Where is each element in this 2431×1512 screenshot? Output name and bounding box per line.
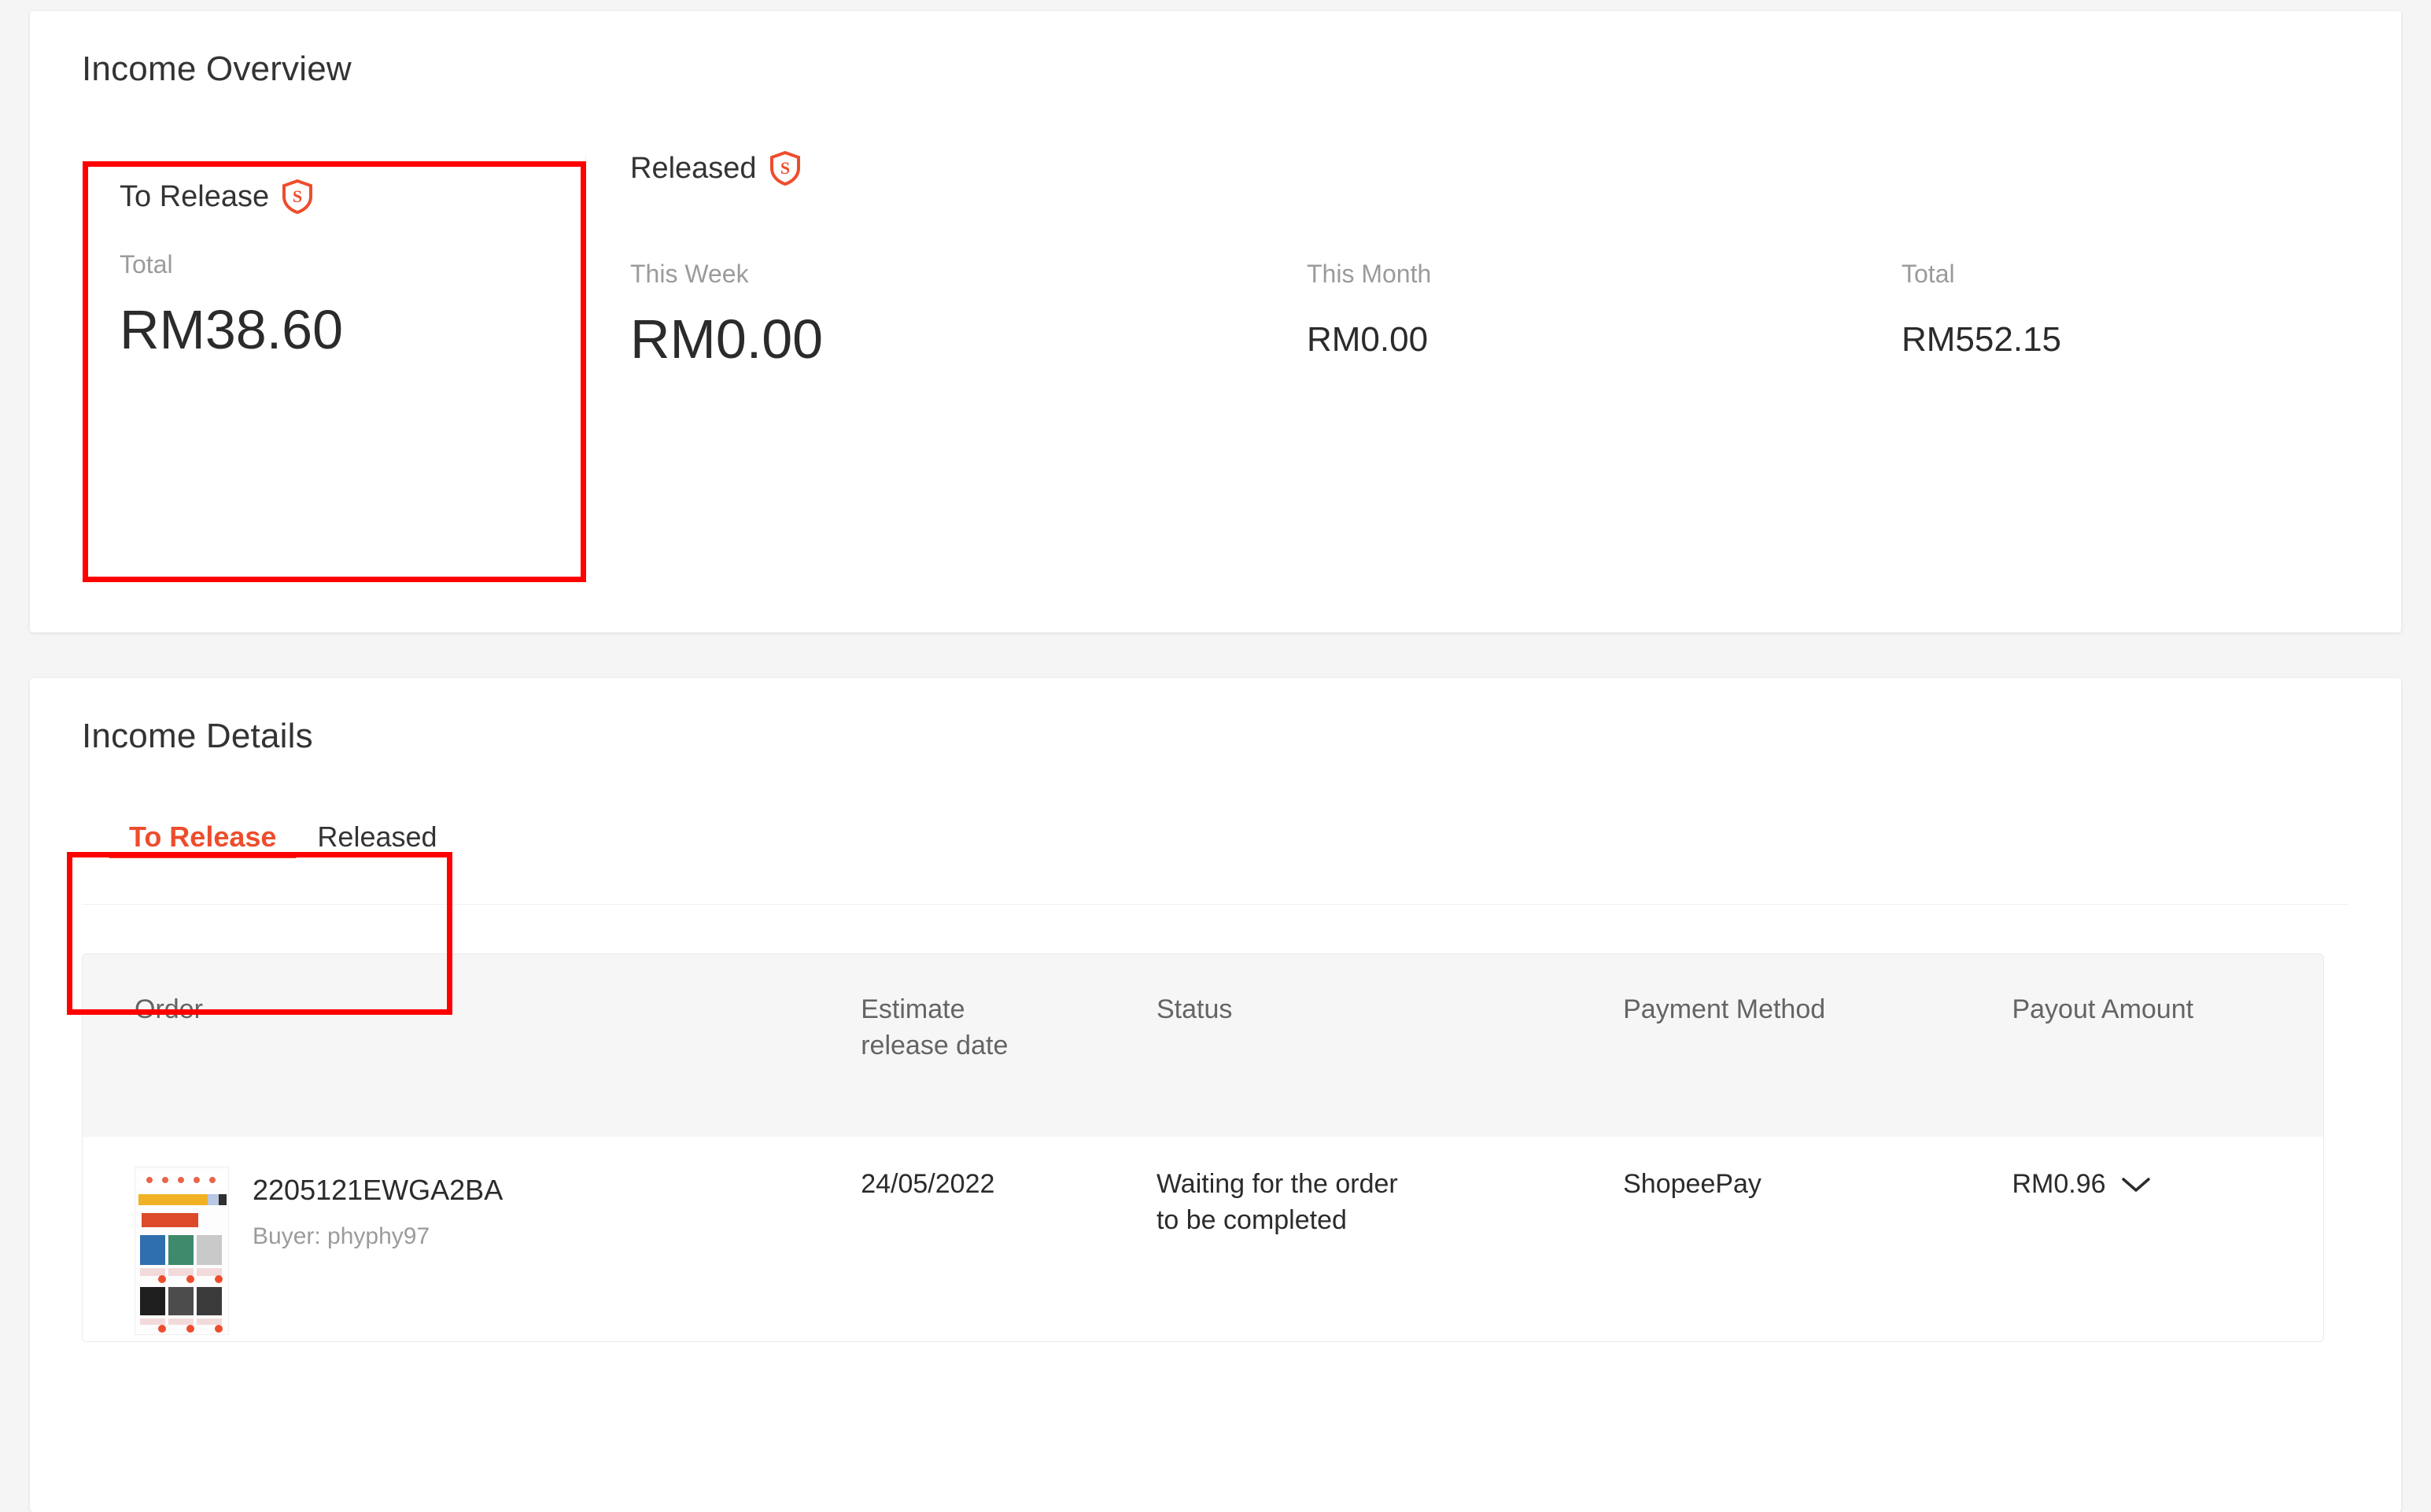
cell-status-line1: Waiting for the order bbox=[1156, 1169, 1398, 1199]
column-header-estimate-release-date: Estimate release date bbox=[861, 992, 1156, 1064]
tab-to-release[interactable]: To Release bbox=[109, 812, 297, 858]
cell-status-line2: to be completed bbox=[1156, 1204, 1347, 1235]
income-overview-title: Income Overview bbox=[82, 50, 352, 88]
released-this-week: This Week RM0.00 bbox=[630, 223, 1307, 367]
order-text: 2205121EWGA2BA Buyer: phyphy97 bbox=[253, 1167, 503, 1248]
column-header-order: Order bbox=[135, 994, 203, 1024]
income-details-table: Order Estimate release date Status Payme… bbox=[82, 953, 2324, 1342]
svg-text:S: S bbox=[293, 186, 302, 206]
order-buyer: Buyer: phyphy97 bbox=[253, 1223, 430, 1249]
released-this-month-value: RM0.00 bbox=[1307, 320, 1429, 359]
income-details-title: Income Details bbox=[82, 717, 313, 755]
income-page: Income Overview To Release S Total RM38.… bbox=[0, 0, 2431, 1512]
table-header-row: Order Estimate release date Status Payme… bbox=[83, 954, 2323, 1137]
income-overview-card: Income Overview To Release S Total RM38.… bbox=[30, 11, 2401, 632]
cell-status: Waiting for the order to be completed bbox=[1156, 1167, 1623, 1341]
income-details-tabs: To Release Released bbox=[82, 812, 2349, 905]
to-release-summary: To Release S Total RM38.60 bbox=[82, 151, 585, 357]
released-total-label: Total bbox=[1902, 260, 1955, 288]
shopee-guarantee-shield-icon: S bbox=[282, 179, 313, 214]
column-header-estimate-release-date-line2: release date bbox=[861, 1030, 1009, 1060]
product-thumbnail[interactable] bbox=[135, 1167, 229, 1335]
column-header-estimate-release-date-line1: Estimate bbox=[861, 994, 965, 1024]
column-header-payment-method: Payment Method bbox=[1623, 994, 1826, 1024]
released-this-month: This Month RM0.00 bbox=[1307, 223, 1902, 367]
to-release-heading-label: To Release bbox=[120, 180, 270, 213]
cell-estimate-release-date: 24/05/2022 bbox=[861, 1169, 995, 1199]
released-metrics: This Week RM0.00 This Month RM0.00 Total… bbox=[630, 223, 2349, 367]
order-cell: 2205121EWGA2BA Buyer: phyphy97 bbox=[135, 1167, 845, 1335]
cell-payment-method: ShopeePay bbox=[1623, 1169, 1761, 1199]
payout-cell: RM0.96 bbox=[2012, 1167, 2307, 1203]
to-release-total-label: Total bbox=[120, 250, 173, 278]
released-heading: Released S bbox=[630, 151, 2349, 186]
released-total-value: RM552.15 bbox=[1902, 320, 2062, 359]
tab-released[interactable]: Released bbox=[297, 812, 457, 851]
cell-order: 2205121EWGA2BA Buyer: phyphy97 bbox=[83, 1167, 861, 1341]
cell-payout-amount: RM0.96 bbox=[2012, 1167, 2323, 1341]
shopee-guarantee-shield-icon: S bbox=[769, 151, 801, 186]
released-total: Total RM552.15 bbox=[1902, 223, 2216, 367]
income-details-card: Income Details To Release Released Order… bbox=[30, 678, 2401, 1512]
released-heading-label: Released bbox=[630, 152, 757, 185]
table-row[interactable]: 2205121EWGA2BA Buyer: phyphy97 24/05/202… bbox=[83, 1137, 2323, 1341]
payout-amount-value: RM0.96 bbox=[2012, 1169, 2106, 1199]
order-id[interactable]: 2205121EWGA2BA bbox=[253, 1176, 503, 1204]
released-this-month-label: This Month bbox=[1307, 260, 1432, 288]
to-release-heading: To Release S bbox=[120, 179, 585, 214]
released-this-week-value: RM0.00 bbox=[630, 308, 824, 370]
released-this-week-label: This Week bbox=[630, 260, 749, 288]
column-header-payout-amount: Payout Amount bbox=[2012, 994, 2194, 1024]
svg-text:S: S bbox=[780, 158, 789, 178]
income-overview-body: To Release S Total RM38.60 Released S Th… bbox=[82, 151, 2349, 445]
chevron-down-icon[interactable] bbox=[2120, 1175, 2152, 1195]
to-release-total-value: RM38.60 bbox=[120, 299, 344, 360]
column-header-status: Status bbox=[1156, 994, 1233, 1024]
released-summary: Released S This Week RM0.00 This Month R… bbox=[586, 151, 2349, 367]
